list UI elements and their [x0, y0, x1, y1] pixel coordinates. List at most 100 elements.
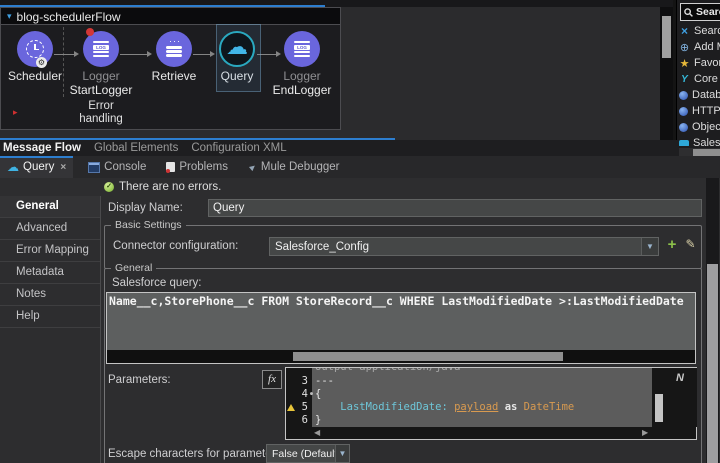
salesforce-query-text[interactable]: Name__c,StorePhone__c FROM StoreRecord__…: [107, 293, 695, 351]
tab-configuration-xml[interactable]: Configuration XML: [191, 142, 286, 154]
salesforce-query-editor[interactable]: Name__c,StorePhone__c FROM StoreRecord__…: [106, 292, 696, 364]
scrollbar-thumb[interactable]: [655, 394, 663, 422]
star-icon: [679, 58, 690, 69]
code-lines: output application/java3 ---4●{5 LastModi…: [286, 368, 698, 427]
code-text[interactable]: {: [312, 388, 698, 401]
flow-canvas[interactable]: ▾ blog-schedulerFlow ⚙ Scheduler LOG Logger…: [0, 7, 660, 140]
code-horizontal-scrollbar[interactable]: ◀ ▶: [286, 427, 696, 439]
database-icon: [166, 36, 182, 57]
flow-header[interactable]: ▾ blog-schedulerFlow: [0, 7, 341, 25]
dataweave-expand-icon[interactable]: N: [676, 372, 684, 384]
palette-item-salesforce[interactable]: Salesforce: [679, 135, 720, 146]
code-line-6: 6}: [286, 414, 698, 427]
palette-item-list: Search in Exchange Add Modules Favorites Co…: [679, 23, 720, 146]
chevron-down-icon[interactable]: ▼: [335, 445, 349, 462]
warning-icon: [287, 404, 295, 411]
log-icon: LOG: [294, 41, 310, 57]
scheduler-gear-badge: ⚙: [36, 57, 47, 68]
tab-problems[interactable]: Problems: [159, 156, 235, 178]
bottom-view-tabbar: ☁ Query × Console Problems ► Mule Debugg…: [0, 156, 720, 179]
retrieve-icon-circle[interactable]: [156, 31, 192, 67]
expression-fx-button[interactable]: fx: [262, 370, 282, 389]
palette-item-label: Favorites: [694, 57, 720, 69]
sidebar-item-error-mapping[interactable]: Error Mapping: [0, 240, 100, 262]
add-connector-config-button[interactable]: +: [665, 237, 679, 252]
status-row: ✓ There are no errors.: [104, 181, 221, 193]
flow-title: blog-schedulerFlow: [16, 9, 121, 24]
flow-node-end-logger[interactable]: LOG Logger EndLogger: [262, 25, 342, 97]
sidebar-item-general[interactable]: General: [0, 196, 100, 218]
scrollbar-thumb[interactable]: [707, 264, 718, 463]
tab-query[interactable]: ☁ Query ×: [0, 156, 74, 178]
query-horizontal-scrollbar[interactable]: [107, 350, 695, 363]
scrollbar-thumb[interactable]: [693, 149, 720, 156]
escape-characters-select[interactable]: False (Default) ▼: [266, 444, 350, 463]
code-text[interactable]: LastModifiedDate: payload as DateTime: [312, 401, 698, 414]
tab-message-flow[interactable]: Message Flow: [3, 142, 81, 154]
edit-connector-config-button[interactable]: ✎: [683, 237, 698, 252]
end-logger-icon-circle[interactable]: LOG: [284, 31, 320, 67]
connector-configuration-label: Connector configuration:: [113, 240, 239, 252]
code-text[interactable]: ---: [312, 375, 698, 388]
code-text[interactable]: }: [312, 414, 698, 427]
error-handling-section[interactable]: ▸ Error handling: [0, 98, 341, 130]
palette-item-http[interactable]: HTTP: [679, 103, 720, 119]
flow-view-switcher: Message Flow Global Elements Configurati…: [0, 140, 679, 156]
scheduler-icon-circle[interactable]: [17, 31, 53, 67]
properties-sidebar: General Advanced Error Mapping Metadata Note…: [0, 196, 101, 463]
objectstore-module-icon: [679, 122, 688, 132]
palette-item-add-modules[interactable]: Add Modules: [679, 39, 720, 55]
node-sublabel: EndLogger: [272, 83, 332, 97]
properties-vertical-scrollbar[interactable]: [706, 178, 719, 463]
scroll-right-icon[interactable]: ▶: [642, 428, 648, 437]
exchange-icon: [679, 26, 690, 37]
node-label: Logger: [82, 69, 120, 83]
scrollbar-thumb[interactable]: [293, 352, 563, 361]
palette-item-objectstore[interactable]: ObjectStore: [679, 119, 720, 135]
scroll-left-icon[interactable]: ◀: [314, 428, 320, 437]
query-icon-circle[interactable]: ☁: [219, 31, 255, 67]
http-module-icon: [679, 106, 688, 116]
sidebar-item-advanced[interactable]: Advanced: [0, 218, 100, 240]
fold-marker-icon[interactable]: ●: [310, 388, 313, 401]
palette-item-database[interactable]: Database: [679, 87, 720, 103]
flow-node-start-logger[interactable]: LOG Logger StartLogger: [61, 25, 141, 97]
line-number: 3: [301, 375, 308, 387]
tab-mule-debugger[interactable]: ► Mule Debugger: [241, 156, 347, 178]
parameters-dataweave-editor[interactable]: output application/java3 ---4●{5 LastModi…: [285, 367, 697, 440]
flow-container: ▾ blog-schedulerFlow ⚙ Scheduler LOG Logger…: [0, 7, 341, 130]
sidebar-item-metadata[interactable]: Metadata: [0, 262, 100, 284]
code-vertical-scrollbar[interactable]: [652, 368, 666, 427]
chevron-down-icon[interactable]: ▼: [641, 238, 658, 255]
palette-search-input[interactable]: Search: [680, 3, 720, 21]
basic-settings-group: Basic Settings Connector configuration: …: [104, 219, 702, 269]
properties-panel: ✓ There are no errors. General Advanced Er…: [0, 178, 720, 463]
sidebar-item-help[interactable]: Help: [0, 306, 100, 328]
close-tab-icon[interactable]: ×: [60, 162, 66, 173]
palette-item-core[interactable]: Core: [679, 71, 720, 87]
salesforce-module-icon: [679, 139, 689, 146]
palette-item-favorites[interactable]: Favorites: [679, 55, 720, 71]
breakpoint-dot: [86, 28, 94, 36]
no-errors-icon: ✓: [104, 182, 114, 192]
canvas-vertical-scrollbar[interactable]: [660, 7, 673, 140]
mule-palette: Search Search in Exchange Add Modules Favo…: [676, 0, 720, 158]
palette-item-search-in-exchange[interactable]: Search in Exchange: [679, 23, 720, 39]
start-logger-icon-circle[interactable]: LOG: [83, 31, 119, 67]
display-name-input[interactable]: [208, 199, 702, 217]
collapse-triangle-icon[interactable]: ▾: [7, 11, 12, 22]
tab-global-elements[interactable]: Global Elements: [94, 142, 178, 154]
line-number: 5: [286, 401, 312, 414]
scrollbar-thumb[interactable]: [662, 16, 671, 58]
connector-configuration-select[interactable]: Salesforce_Config ▼: [269, 237, 659, 256]
salesforce-query-label: Salesforce query:: [112, 277, 202, 289]
palette-item-label: ObjectStore: [692, 121, 720, 133]
add-modules-icon: [679, 42, 690, 53]
tab-console[interactable]: Console: [81, 156, 153, 178]
console-icon: [88, 161, 101, 173]
palette-item-label: Core: [694, 73, 718, 85]
display-name-label: Display Name:: [108, 202, 183, 214]
flow-body: ⚙SchedulerLOGLoggerStartLoggerRetrieve☁Q…: [0, 24, 341, 100]
line-number: 6: [301, 414, 308, 426]
sidebar-item-notes[interactable]: Notes: [0, 284, 100, 306]
